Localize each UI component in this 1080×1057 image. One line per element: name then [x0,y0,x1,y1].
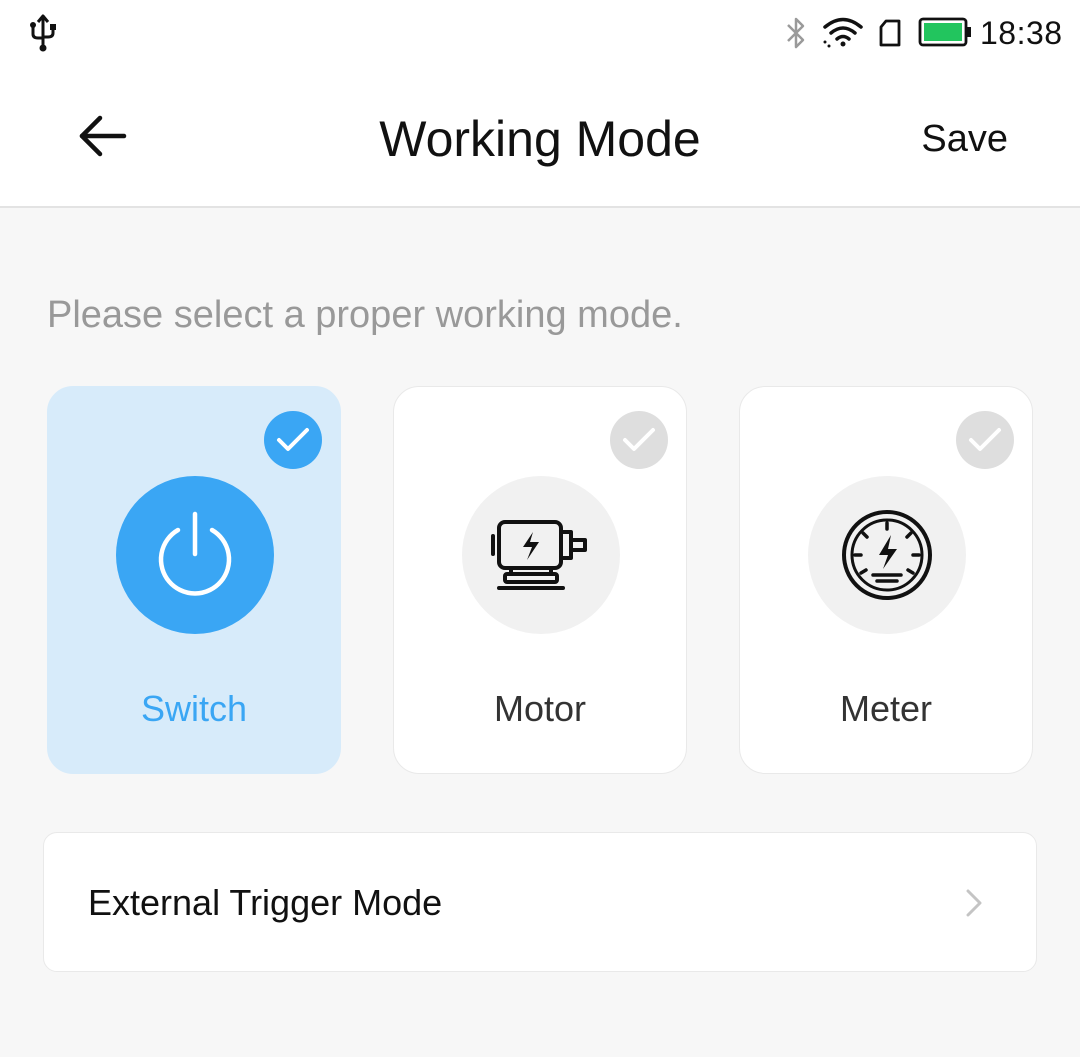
sim-icon [879,19,901,47]
mode-card-switch[interactable]: Switch [47,386,341,774]
app-bar: Working Mode Save [0,70,1080,208]
mode-label: Switch [140,688,248,729]
status-bar: 18:38 [0,0,1080,70]
chevron-right-icon [966,889,982,917]
battery-icon [918,17,971,47]
motor-icon [462,476,620,634]
save-button[interactable]: Save [921,114,1008,164]
wifi-icon [823,17,863,48]
meter-icon [808,476,966,634]
mode-label: Motor [493,688,587,729]
mode-hint-text: Please select a proper working mode. [47,294,683,336]
mode-card-meter[interactable]: Meter [739,386,1033,774]
external-trigger-mode-label: External Trigger Mode [88,882,443,923]
status-time: 18:38 [980,15,1063,51]
check-icon [956,411,1014,469]
mode-label: Meter [839,688,933,729]
bluetooth-icon [787,17,805,49]
page-title: Working Mode [379,111,701,167]
usb-icon [30,14,56,52]
check-icon [264,411,322,469]
power-icon [116,476,274,634]
check-icon [610,411,668,469]
mode-card-motor[interactable]: Motor [393,386,687,774]
external-trigger-mode-row[interactable]: External Trigger Mode [43,832,1037,972]
